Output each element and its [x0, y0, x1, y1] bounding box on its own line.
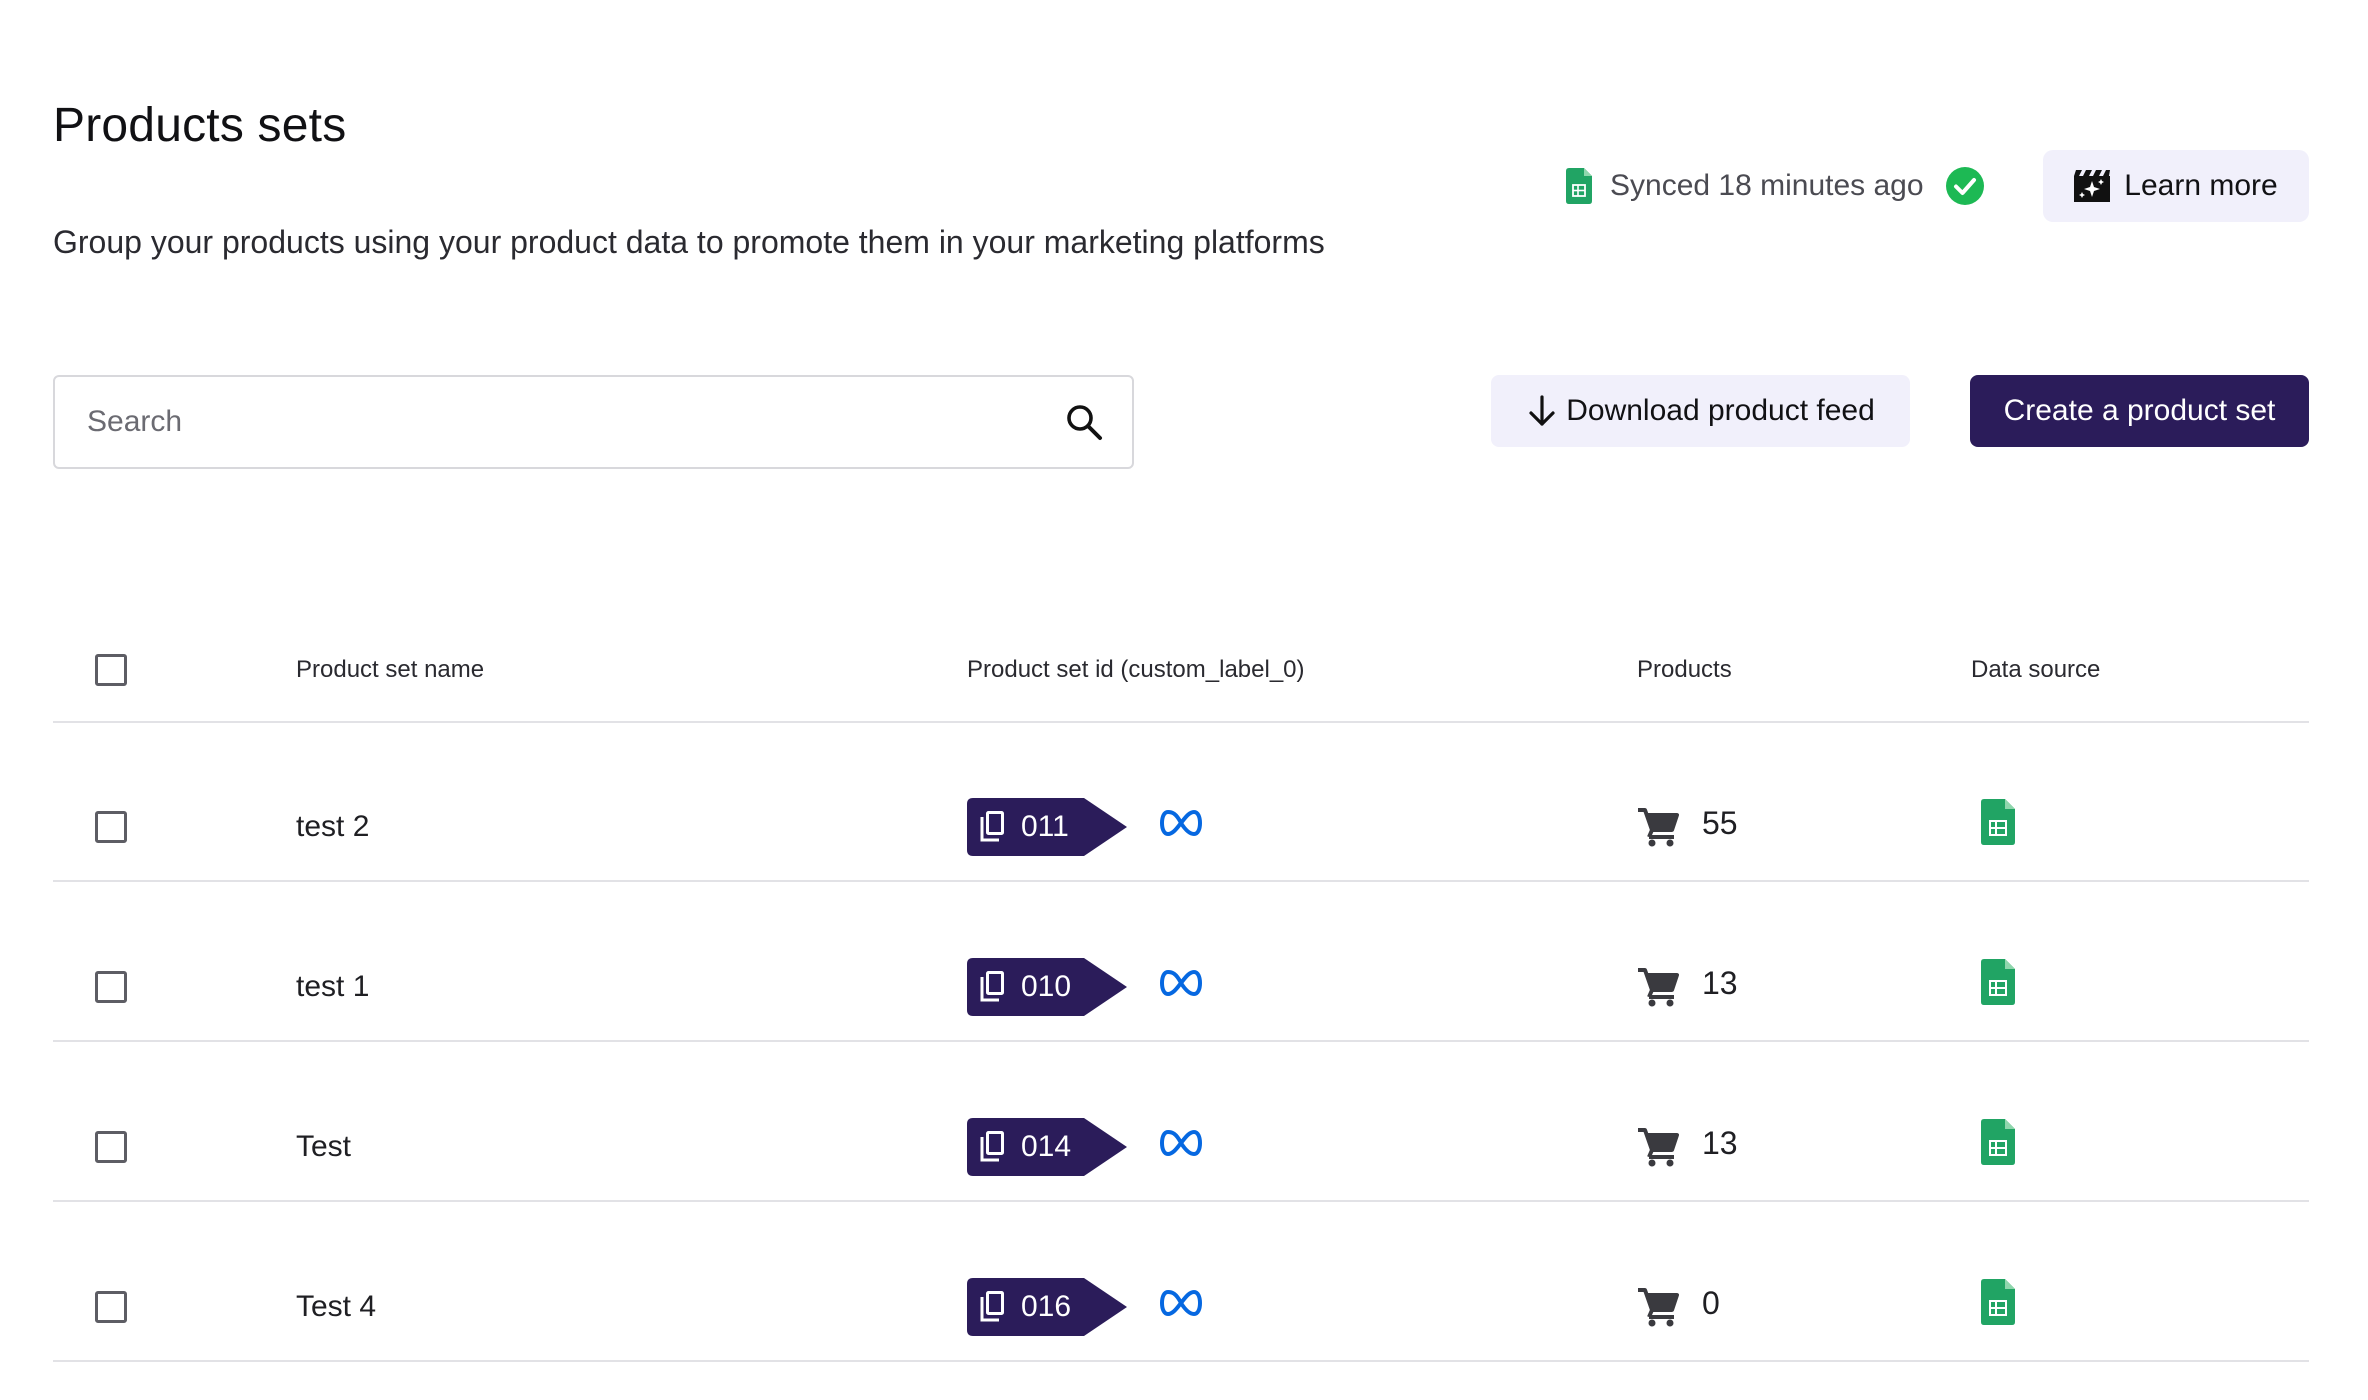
- meta-logo-icon: [1160, 970, 1202, 996]
- download-label: Download product feed: [1566, 394, 1875, 427]
- meta-logo-icon: [1160, 810, 1202, 836]
- cart-icon: [1638, 1288, 1679, 1327]
- copy-icon[interactable]: [979, 811, 1007, 843]
- product-set-name[interactable]: test 1: [296, 970, 369, 1004]
- product-set-id-tag[interactable]: 011: [967, 798, 1127, 856]
- select-all-checkbox[interactable]: [95, 654, 127, 686]
- google-sheets-icon: [1981, 1119, 2015, 1165]
- products-count: 55: [1702, 805, 1738, 841]
- page-title: Products sets: [53, 99, 347, 152]
- google-sheets-icon: [1981, 799, 2015, 845]
- row-divider: [53, 1360, 2309, 1362]
- cart-icon: [1638, 968, 1679, 1007]
- product-set-name[interactable]: test 2: [296, 810, 369, 844]
- search-input[interactable]: [85, 391, 1064, 453]
- cart-icon: [1638, 1128, 1679, 1167]
- row-divider: [53, 880, 2309, 882]
- row-checkbox[interactable]: [95, 1291, 127, 1323]
- products-count: 0: [1702, 1285, 1720, 1321]
- google-sheets-icon: [1981, 959, 2015, 1005]
- column-header-id[interactable]: Product set id (custom_label_0): [967, 656, 1305, 684]
- download-product-feed-button[interactable]: Download product feed: [1491, 375, 1910, 447]
- copy-icon[interactable]: [979, 1291, 1007, 1323]
- meta-logo-icon: [1160, 1290, 1202, 1316]
- product-set-id-tag[interactable]: 016: [967, 1278, 1127, 1336]
- learn-more-button[interactable]: Learn more: [2043, 150, 2309, 222]
- header-divider: [53, 721, 2309, 723]
- sync-status-text: Synced 18 minutes ago: [1610, 169, 1924, 202]
- search-box: [53, 375, 1134, 469]
- copy-icon[interactable]: [979, 971, 1007, 1003]
- search-icon[interactable]: [1064, 402, 1104, 442]
- cart-icon: [1638, 808, 1679, 847]
- product-set-id-tag[interactable]: 014: [967, 1118, 1127, 1176]
- product-set-id-tag[interactable]: 010: [967, 958, 1127, 1016]
- products-count: 13: [1702, 1125, 1738, 1161]
- arrow-down-icon: [1529, 395, 1555, 426]
- products-count: 13: [1702, 965, 1738, 1001]
- products-sets-page: Products sets Group your products using …: [0, 0, 2368, 1400]
- row-divider: [53, 1040, 2309, 1042]
- create-product-set-button[interactable]: Create a product set: [1970, 375, 2309, 447]
- product-set-id: 010: [1021, 970, 1072, 1003]
- sync-status: Synced 18 minutes ago: [1566, 164, 1984, 208]
- google-sheets-icon: [1566, 168, 1592, 204]
- product-set-id: 011: [1021, 810, 1069, 843]
- column-header-name[interactable]: Product set name: [296, 656, 484, 684]
- row-divider: [53, 1200, 2309, 1202]
- column-header-products[interactable]: Products: [1637, 656, 1732, 684]
- row-checkbox[interactable]: [95, 1131, 127, 1163]
- column-header-data-source[interactable]: Data source: [1971, 656, 2100, 684]
- product-set-name[interactable]: Test: [296, 1130, 351, 1164]
- product-set-name[interactable]: Test 4: [296, 1290, 376, 1324]
- product-set-id: 016: [1021, 1290, 1072, 1323]
- page-subtitle: Group your products using your product d…: [53, 224, 1325, 260]
- row-checkbox[interactable]: [95, 971, 127, 1003]
- meta-logo-icon: [1160, 1130, 1202, 1156]
- product-set-id: 014: [1021, 1130, 1072, 1163]
- check-circle-icon: [1945, 167, 1984, 205]
- google-sheets-icon: [1981, 1279, 2015, 1325]
- learn-more-label: Learn more: [2124, 169, 2278, 202]
- copy-icon[interactable]: [979, 1131, 1007, 1163]
- row-checkbox[interactable]: [95, 811, 127, 843]
- video-sparkle-icon: [2074, 170, 2111, 202]
